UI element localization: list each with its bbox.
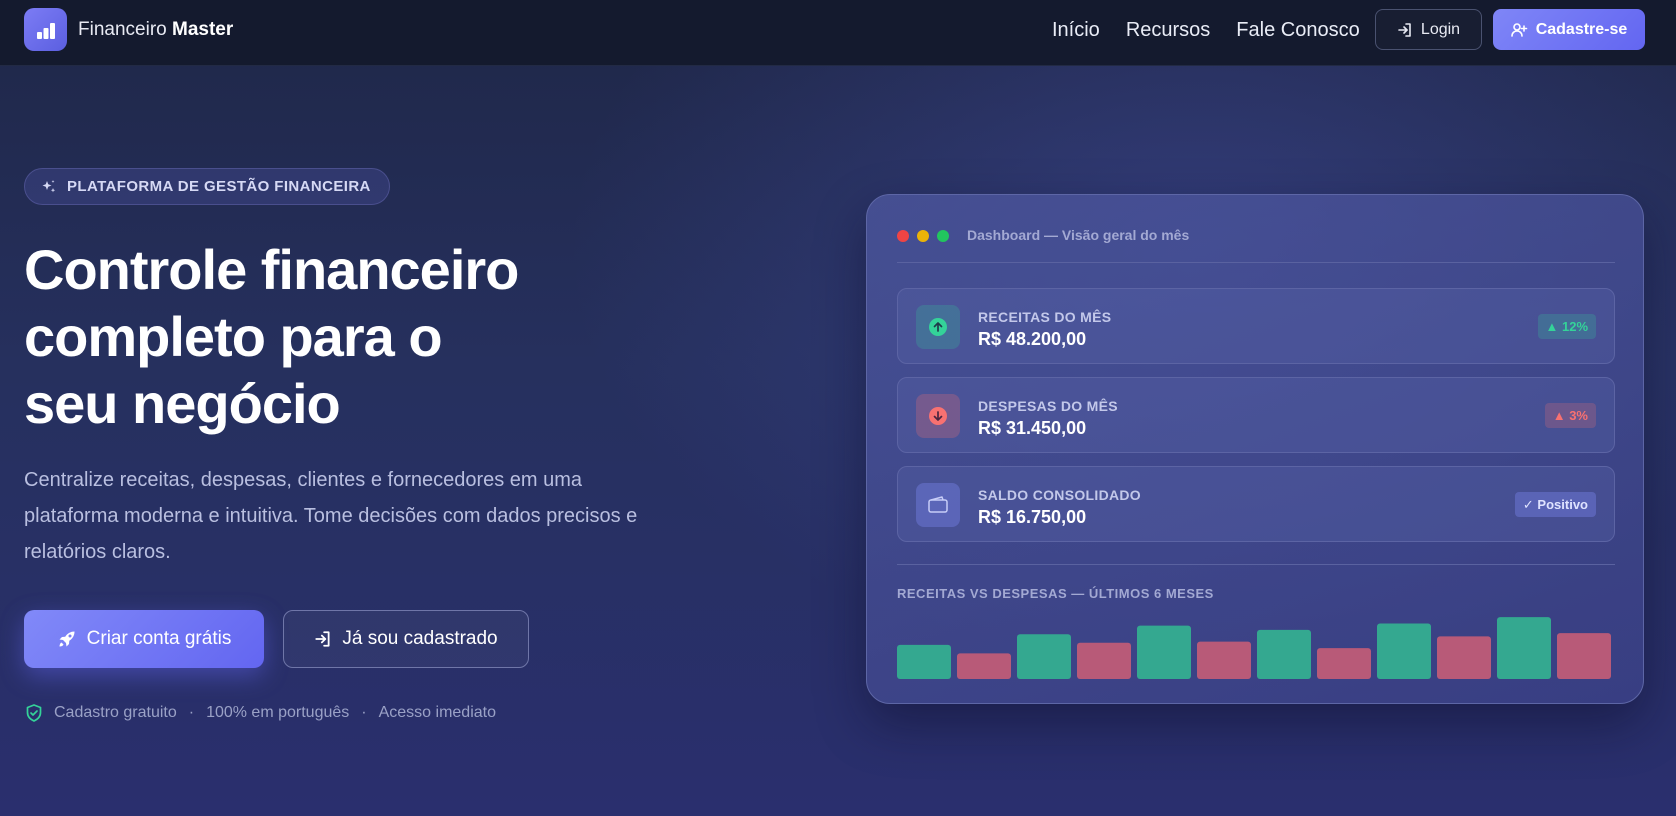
stat-card-expenses: DESPESAS DO MÊS R$ 31.450,00 ▲ 3%	[897, 377, 1615, 453]
window-dot-yellow	[917, 230, 929, 242]
login-icon	[1398, 22, 1411, 37]
trend-badge: ▲ 12%	[1537, 314, 1596, 339]
divider	[897, 564, 1615, 565]
expense-bar-1	[957, 653, 1011, 679]
stat-label: DESPESAS DO MÊS	[978, 398, 1118, 414]
badge-label: PLATAFORMA DE GESTÃO FINANCEIRA	[67, 178, 371, 195]
trust-separator: ·	[188, 704, 195, 721]
nav-link-recursos[interactable]: Recursos	[1126, 19, 1210, 42]
stat-value: R$ 31.450,00	[978, 418, 1087, 438]
create-account-label: Criar conta grátis	[86, 628, 232, 649]
bar-chart-logo-icon[interactable]	[24, 8, 67, 51]
expense-bar-5	[1437, 636, 1491, 679]
dashboard-preview-card: Dashboard — Visão geral do mês RECEITAS …	[866, 194, 1644, 704]
window-controls	[897, 230, 949, 242]
expense-bar-6	[1557, 633, 1611, 679]
revenue-bar-3	[1137, 625, 1191, 679]
nav-link-fale-conosco[interactable]: Fale Conosco	[1236, 19, 1359, 42]
revenue-bar-1	[897, 644, 951, 679]
expense-bar-2	[1077, 642, 1131, 679]
status-badge: ✓ Positivo	[1514, 492, 1596, 517]
login-icon	[315, 631, 330, 647]
stat-label: RECEITAS DO MÊS	[978, 309, 1112, 325]
revenue-bar-2	[1017, 634, 1071, 679]
headline-line-2: completo para o	[24, 305, 443, 368]
stat-card-balance: SALDO CONSOLIDADO R$ 16.750,00 ✓ Positiv…	[897, 466, 1615, 542]
login-label: Login	[1420, 20, 1461, 38]
arrow-up-circle-icon	[916, 305, 960, 349]
headline-line-1: Controle financeiro	[24, 238, 519, 301]
trust-separator: ·	[361, 704, 367, 721]
shield-check-icon	[26, 704, 42, 722]
user-plus-icon	[1510, 22, 1527, 37]
dashboard-title: Dashboard — Visão geral do mês	[967, 227, 1190, 243]
revenue-bar-4	[1257, 629, 1311, 679]
window-dot-red	[897, 230, 909, 242]
brand-name-light: Financeiro	[78, 19, 167, 40]
nav-link-inicio[interactable]: Início	[1052, 19, 1100, 42]
stat-card-revenue: RECEITAS DO MÊS R$ 48.200,00 ▲ 12%	[897, 288, 1615, 364]
brand-name-bold: Master	[172, 19, 234, 40]
revenue-vs-expenses-chart	[897, 617, 1611, 679]
brand-name[interactable]: Financeiro Master	[78, 19, 233, 41]
trend-badge: ▲ 3%	[1544, 403, 1596, 428]
trust-item-free: Cadastro gratuito	[54, 704, 177, 721]
top-navbar: Financeiro Master Início Recursos Fale C…	[0, 0, 1676, 66]
revenue-bar-6	[1497, 617, 1551, 679]
hero-headline: Controle financeiro completo para o seu …	[24, 236, 644, 437]
revenue-bar-5	[1377, 623, 1431, 679]
create-account-button[interactable]: Criar conta grátis	[24, 610, 264, 668]
stat-value: R$ 48.200,00	[978, 329, 1087, 349]
headline-line-3: seu negócio	[24, 372, 341, 435]
nav-links: Início Recursos Fale Conosco	[1052, 19, 1360, 42]
expense-bar-3	[1197, 641, 1251, 679]
hero-description: Centralize receitas, despesas, clientes …	[24, 469, 638, 563]
hero-badge: PLATAFORMA DE GESTÃO FINANCEIRA	[24, 168, 390, 205]
sparkles-icon	[42, 179, 56, 192]
stat-label: SALDO CONSOLIDADO	[978, 487, 1141, 503]
signup-label: Cadastre-se	[1535, 20, 1628, 38]
chart-title: RECEITAS VS DESPESAS — ÚLTIMOS 6 MESES	[897, 586, 1214, 601]
trust-item-immediate: Acesso imediato	[378, 704, 496, 721]
trust-line: Cadastro gratuito · 100% em português · …	[24, 703, 496, 723]
stat-value: R$ 16.750,00	[978, 507, 1087, 527]
arrow-down-circle-icon	[916, 394, 960, 438]
trust-item-portuguese: 100% em português	[206, 704, 350, 721]
already-registered-label: Já sou cadastrado	[342, 628, 498, 649]
window-dot-green	[937, 230, 949, 242]
wallet-icon	[916, 483, 960, 527]
already-registered-button[interactable]: Já sou cadastrado	[283, 610, 529, 668]
rocket-icon	[59, 631, 75, 647]
expense-bar-4	[1317, 648, 1371, 679]
signup-button[interactable]: Cadastre-se	[1493, 9, 1645, 50]
login-button[interactable]: Login	[1375, 9, 1482, 50]
divider	[897, 262, 1615, 263]
